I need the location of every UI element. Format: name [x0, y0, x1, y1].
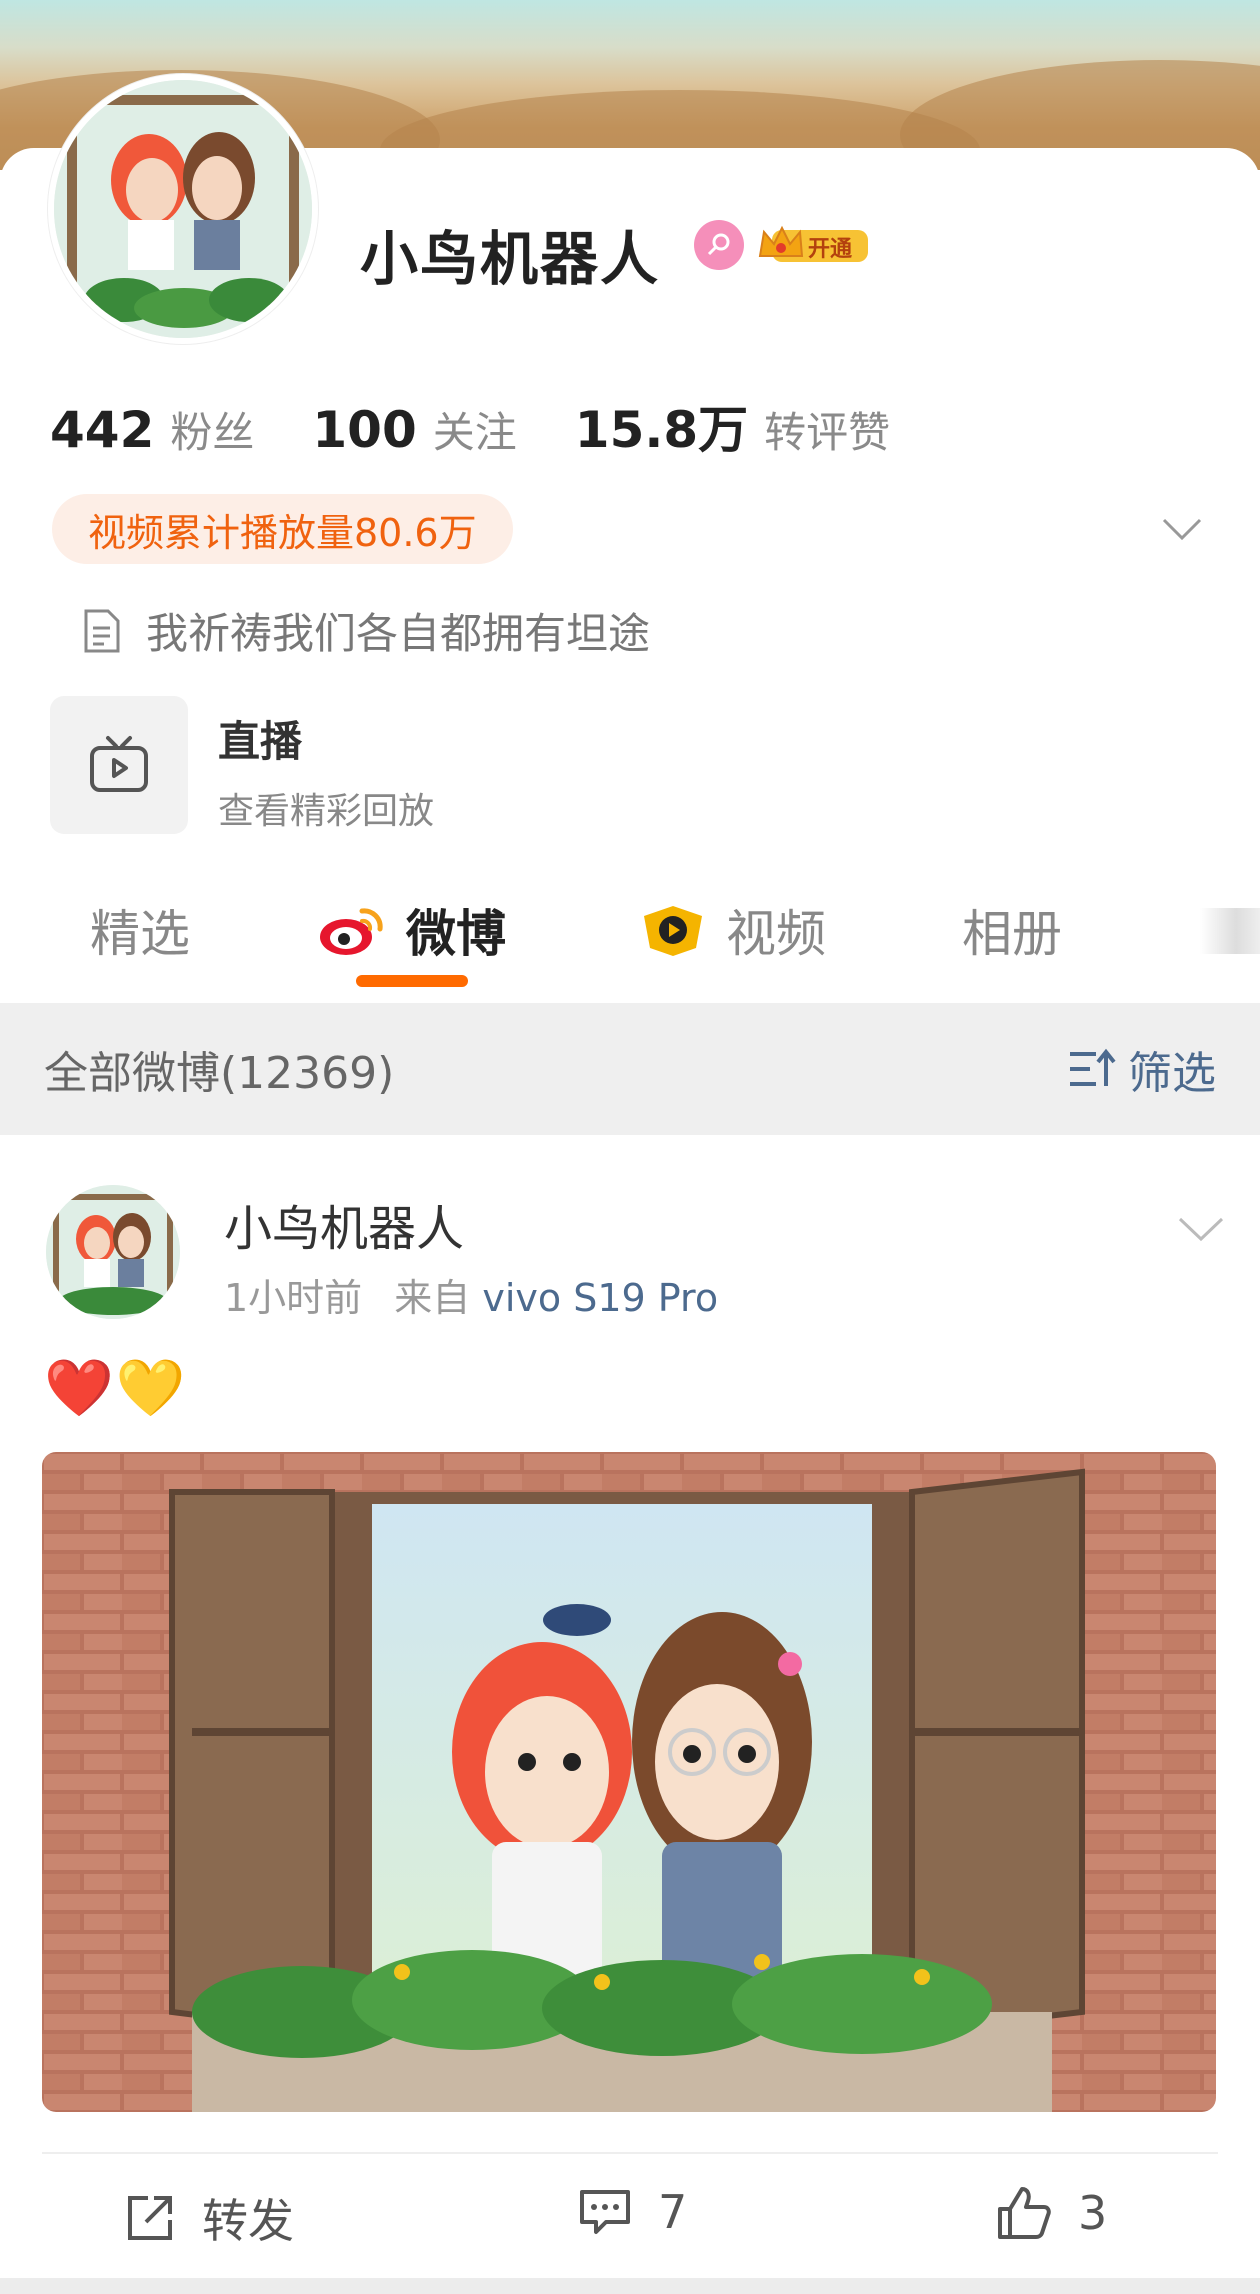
post-menu-chevron-icon[interactable]: [1176, 1203, 1226, 1253]
tab-weibo[interactable]: 微博: [318, 894, 506, 966]
video-play-count-badge[interactable]: 视频累计播放量80.6万: [52, 494, 513, 564]
weibo-post: 小鸟机器人 1小时前 来自 vivo S19 Pro ❤️💛 转发 7 3: [0, 1135, 1260, 2294]
interactions-stat[interactable]: 15.8万 转评赞: [575, 390, 890, 462]
posts-filter-bar: 全部微博(12369) 筛选: [0, 1003, 1260, 1135]
comment-icon: [580, 2190, 630, 2234]
profile-bio[interactable]: 我祈祷我们各自都拥有坦途: [78, 600, 650, 661]
post-text: ❤️💛: [44, 1356, 188, 1421]
live-subtitle: 查看精彩回放: [218, 791, 435, 832]
following-count: 100: [312, 401, 417, 459]
post-source-prefix: 来自: [394, 1276, 471, 1320]
followers-label: 粉丝: [170, 408, 255, 457]
post-author-avatar[interactable]: [46, 1185, 180, 1319]
active-tab-indicator: [356, 975, 468, 987]
tab-weibo-label: 微博: [406, 905, 506, 963]
profile-tabs: 精选 微博 视频 相册: [0, 880, 1260, 1000]
chevron-down-icon[interactable]: [1160, 508, 1204, 552]
tab-featured-label: 精选: [90, 905, 190, 963]
followers-count: 442: [50, 401, 155, 459]
post-time: 1小时前: [224, 1276, 363, 1320]
live-title[interactable]: 直播: [218, 708, 302, 769]
post-image[interactable]: [42, 1452, 1216, 2112]
live-replay-button[interactable]: [50, 696, 188, 834]
interactions-label: 转评赞: [764, 408, 891, 457]
weibo-logo-icon: [320, 908, 383, 955]
vip-crown-badge[interactable]: 开通: [758, 222, 870, 268]
tv-icon: [90, 736, 148, 792]
bio-text: 我祈祷我们各自都拥有坦途: [146, 609, 651, 658]
profile-username: 小鸟机器人: [360, 225, 661, 293]
profile-avatar[interactable]: [48, 74, 318, 344]
next-item-divider: [0, 2278, 1260, 2294]
tab-video-label: 视频: [726, 905, 826, 963]
share-icon: [128, 2196, 172, 2240]
thumbs-up-icon: [998, 2187, 1051, 2239]
following-stat[interactable]: 100 关注: [312, 399, 516, 460]
video-channel-icon: [644, 906, 702, 956]
filter-label: 筛选: [1128, 1048, 1216, 1099]
female-gender-icon: [694, 220, 744, 270]
repost-button[interactable]: 转发: [124, 2185, 294, 2251]
comment-button[interactable]: 7: [578, 2185, 687, 2239]
vip-open-label: 开通: [808, 237, 853, 262]
tab-album-label: 相册: [962, 905, 1062, 963]
post-actions-divider: [42, 2152, 1218, 2154]
like-count: 3: [1078, 2186, 1108, 2240]
tabs-overflow-fade: [1200, 908, 1260, 954]
post-source[interactable]: vivo S19 Pro: [482, 1276, 718, 1320]
repost-label: 转发: [202, 2194, 294, 2248]
following-label: 关注: [432, 408, 517, 457]
comment-count: 7: [658, 2185, 688, 2239]
post-author-name[interactable]: 小鸟机器人: [224, 1189, 464, 1259]
filter-icon: [1070, 1048, 1116, 1086]
tab-album[interactable]: 相册: [962, 894, 1062, 966]
profile-stats: 442 粉丝 100 关注 15.8万 转评赞: [50, 390, 948, 459]
tab-video[interactable]: 视频: [638, 894, 826, 966]
all-posts-count[interactable]: 全部微博(12369): [44, 1037, 394, 1101]
document-icon: [84, 609, 120, 652]
post-meta: 1小时前 来自 vivo S19 Pro: [224, 1267, 718, 1322]
tab-featured[interactable]: 精选: [90, 894, 190, 966]
followers-stat[interactable]: 442 粉丝: [50, 399, 254, 460]
like-button[interactable]: 3: [996, 2185, 1107, 2241]
filter-button[interactable]: 筛选: [1066, 1037, 1216, 1101]
interactions-count: 15.8万: [574, 401, 749, 459]
